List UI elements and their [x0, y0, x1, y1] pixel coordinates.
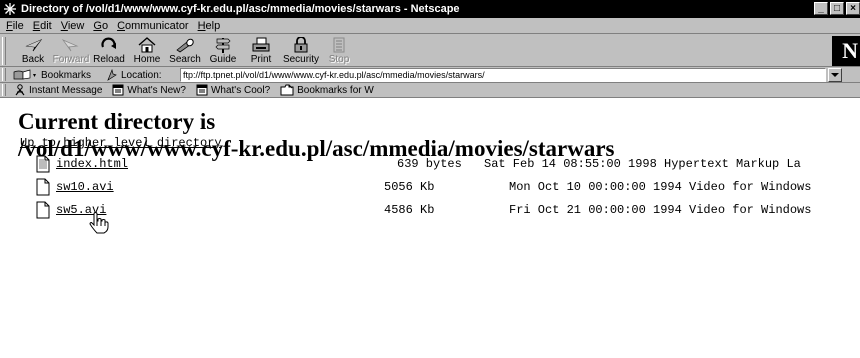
file-size: 639 bytes [397, 157, 462, 171]
printer-icon [252, 37, 270, 52]
file-size: 5056 Kb [384, 180, 435, 194]
search-flashlight-icon [176, 38, 194, 53]
security-lock-icon [294, 37, 308, 53]
whats-cool-button[interactable]: What's Cool? [196, 84, 270, 96]
file-info: Sat Feb 14 08:55:00 1998 Hypertext Marku… [484, 157, 801, 171]
up-directory-link[interactable]: Up to higher level directory [20, 136, 222, 150]
menu-help[interactable]: Help [198, 20, 221, 32]
file-row-index-html: index.html 639 bytes Sat Feb 14 08:55:00… [0, 155, 860, 173]
security-button[interactable]: Security [282, 35, 320, 66]
menu-view[interactable]: View [61, 20, 85, 32]
instant-message-button[interactable]: Instant Message [14, 84, 102, 96]
minimize-button[interactable]: _ [814, 2, 828, 15]
file-info: Fri Oct 21 00:00:00 1994 Video for Windo… [509, 203, 812, 217]
location-input[interactable]: ftp://ftp.tpnet.pl/vol/d1/www/www.cyf-kr… [180, 68, 826, 82]
reload-button[interactable]: Reload [90, 35, 128, 66]
guide-signpost-icon [215, 38, 231, 53]
location-dropdown-button[interactable] [828, 68, 842, 82]
reload-icon [101, 37, 116, 49]
personal-grip[interactable] [2, 84, 6, 96]
location-bar: Bookmarks Location: ftp://ftp.tpnet.pl/v… [0, 67, 860, 83]
close-button[interactable]: × [846, 2, 860, 15]
stop-icon [333, 37, 345, 53]
maximize-button[interactable]: □ [830, 2, 844, 15]
location-label: Location: [106, 69, 162, 81]
chevron-down-icon [831, 73, 839, 77]
netscape-app-icon[interactable] [3, 2, 17, 16]
hand-cursor-icon [89, 212, 109, 234]
folder-icon [280, 84, 294, 96]
toolbar-grip[interactable] [2, 37, 6, 65]
file-row-sw5-avi: sw5.avi 4586 Kb Fri Oct 21 00:00:00 1994… [0, 201, 860, 219]
menu-edit[interactable]: Edit [33, 20, 52, 32]
menu-file[interactable]: File [6, 20, 24, 32]
netscape-logo[interactable]: N [832, 36, 860, 66]
location-page-icon [107, 69, 117, 81]
stop-button[interactable]: Stop [320, 35, 358, 66]
file-row-sw10-avi: sw10.avi 5056 Kb Mon Oct 10 00:00:00 199… [0, 178, 860, 196]
menu-go[interactable]: Go [93, 20, 108, 32]
heading-line-1: Current directory is [18, 109, 216, 134]
file-icon[interactable] [36, 201, 50, 219]
browser-chrome: File Edit View Go Communicator Help Back… [0, 18, 860, 98]
bookmarks-button[interactable]: Bookmarks [12, 69, 91, 81]
bookmarks-icon [13, 69, 36, 80]
back-arrow-icon [25, 39, 43, 52]
instant-message-icon [15, 84, 25, 96]
file-link-index-html[interactable]: index.html [56, 157, 128, 171]
page-icon [112, 84, 124, 96]
forward-button[interactable]: Forward [52, 35, 90, 66]
file-size: 4586 Kb [384, 203, 435, 217]
location-grip[interactable] [2, 68, 6, 81]
bookmarks-folder-button[interactable]: Bookmarks for W [280, 84, 374, 96]
home-button[interactable]: Home [128, 35, 166, 66]
forward-arrow-icon [61, 39, 79, 52]
whats-new-button[interactable]: What's New? [112, 84, 186, 96]
window-title: Directory of /vol/d1/www/www.cyf-kr.edu.… [21, 3, 460, 15]
page-icon [196, 84, 208, 96]
guide-button[interactable]: Guide [204, 35, 242, 66]
home-icon [138, 37, 156, 53]
title-bar: Directory of /vol/d1/www/www.cyf-kr.edu.… [0, 0, 860, 18]
navigation-toolbar: Back Forward Reload Home Search Guide Pr… [0, 35, 860, 67]
file-link-sw10-avi[interactable]: sw10.avi [56, 180, 114, 194]
print-button[interactable]: Print [242, 35, 280, 66]
search-button[interactable]: Search [166, 35, 204, 66]
menu-bar: File Edit View Go Communicator Help [0, 18, 860, 34]
back-button[interactable]: Back [14, 35, 52, 66]
personal-toolbar: Instant Message What's New? What's Cool?… [0, 83, 860, 98]
menu-communicator[interactable]: Communicator [117, 20, 189, 32]
page-heading: Current directory is /vol/d1/www/www.cyf… [18, 108, 615, 162]
file-info: Mon Oct 10 00:00:00 1994 Video for Windo… [509, 180, 812, 194]
file-icon[interactable] [36, 178, 50, 196]
html-file-icon[interactable] [36, 155, 50, 173]
